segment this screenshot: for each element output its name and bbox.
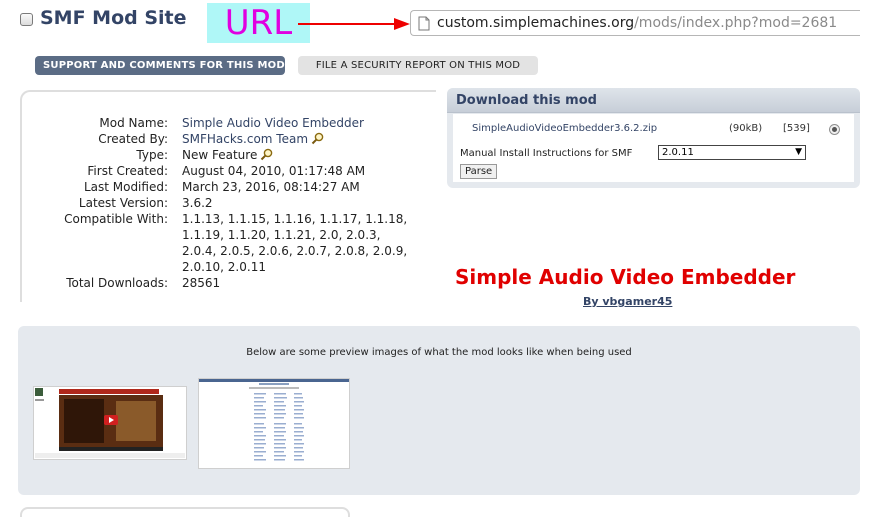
mod-name-value[interactable]: Simple Audio Video Embedder (182, 116, 364, 130)
manual-install-label: Manual Install Instructions for SMF (460, 148, 633, 159)
site-title: SMF Mod Site (40, 7, 187, 29)
download-panel: Download this mod SimpleAudioVideoEmbedd… (447, 88, 860, 188)
first-created-label: First Created: (87, 164, 168, 178)
file-size: (90kB) (729, 123, 763, 134)
header-checkbox[interactable] (20, 13, 33, 26)
type-row: New Feature (182, 148, 273, 162)
latest-version-label: Latest Version: (78, 196, 168, 210)
parse-button[interactable]: Parse (460, 164, 498, 179)
compatible-line: 2.0.10, 2.0.11 (182, 260, 266, 274)
compatible-line: 1.1.13, 1.1.15, 1.1.16, 1.1.17, 1.1.18, (182, 212, 408, 226)
type-value: New Feature (182, 148, 258, 162)
created-by-label: Created By: (98, 132, 168, 146)
preview-description: Below are some preview images of what th… (246, 347, 632, 358)
download-count: [539] (783, 123, 810, 134)
created-by-value[interactable]: SMFHacks.com Team (182, 132, 308, 146)
support-comments-button[interactable]: SUPPORT AND COMMENTS FOR THIS MOD (35, 56, 285, 75)
smf-version-value: 2.0.11 (662, 147, 694, 158)
mod-info-panel: Mod Name: Simple Audio Video Embedder Cr… (20, 90, 436, 302)
page-icon (418, 16, 430, 31)
settings-screenshot-image (199, 379, 349, 468)
created-by-row: SMFHacks.com Team (182, 132, 324, 146)
url-host: custom.simplemachines.org (437, 15, 635, 31)
smf-version-select[interactable]: 2.0.11 ▼ (658, 145, 806, 160)
downloads-label: Total Downloads: (66, 276, 168, 290)
download-title: Download this mod (456, 93, 597, 108)
next-panel-edge (20, 507, 350, 517)
mod-name-label: Mod Name: (99, 116, 168, 130)
compatible-line: 2.0.4, 2.0.5, 2.0.6, 2.0.7, 2.0.8, 2.0.9… (182, 244, 408, 258)
file-radio[interactable] (829, 124, 840, 135)
preview-thumbnail-video[interactable] (33, 386, 187, 460)
preview-thumbnail-settings[interactable] (198, 378, 350, 469)
chevron-down-icon: ▼ (795, 147, 802, 157)
mod-title: Simple Audio Video Embedder (455, 265, 796, 289)
magnifier-icon[interactable] (260, 148, 273, 161)
download-file-link[interactable]: SimpleAudioVideoEmbedder3.6.2.zip (472, 123, 657, 134)
downloads-value: 28561 (182, 276, 221, 290)
red-arrow-icon (298, 18, 410, 30)
security-report-button[interactable]: FILE A SECURITY REPORT ON THIS MOD (298, 56, 538, 75)
type-label: Type: (136, 148, 168, 162)
address-bar[interactable]: custom.simplemachines.org/mods/index.php… (410, 10, 860, 36)
latest-version-value: 3.6.2 (182, 196, 213, 210)
preview-panel: Below are some preview images of what th… (18, 326, 860, 495)
video-screenshot-image (34, 387, 186, 459)
download-body: SimpleAudioVideoEmbedder3.6.2.zip (90kB)… (453, 114, 854, 182)
compatible-label: Compatible With: (64, 212, 168, 226)
url-annotation-label: URL (207, 3, 310, 43)
last-modified-value: March 23, 2016, 08:14:27 AM (182, 180, 360, 194)
author-link[interactable]: By vbgamer45 (583, 295, 672, 308)
download-header: Download this mod (447, 88, 860, 113)
magnifier-icon[interactable] (311, 132, 324, 145)
compatible-line: 1.1.19, 1.1.20, 1.1.21, 2.0, 2.0.3, (182, 228, 381, 242)
url-path: /mods/index.php?mod=2681 (634, 15, 838, 31)
last-modified-label: Last Modified: (83, 180, 168, 194)
first-created-value: August 04, 2010, 01:17:48 AM (182, 164, 366, 178)
url-text: custom.simplemachines.org/mods/index.php… (437, 15, 837, 31)
